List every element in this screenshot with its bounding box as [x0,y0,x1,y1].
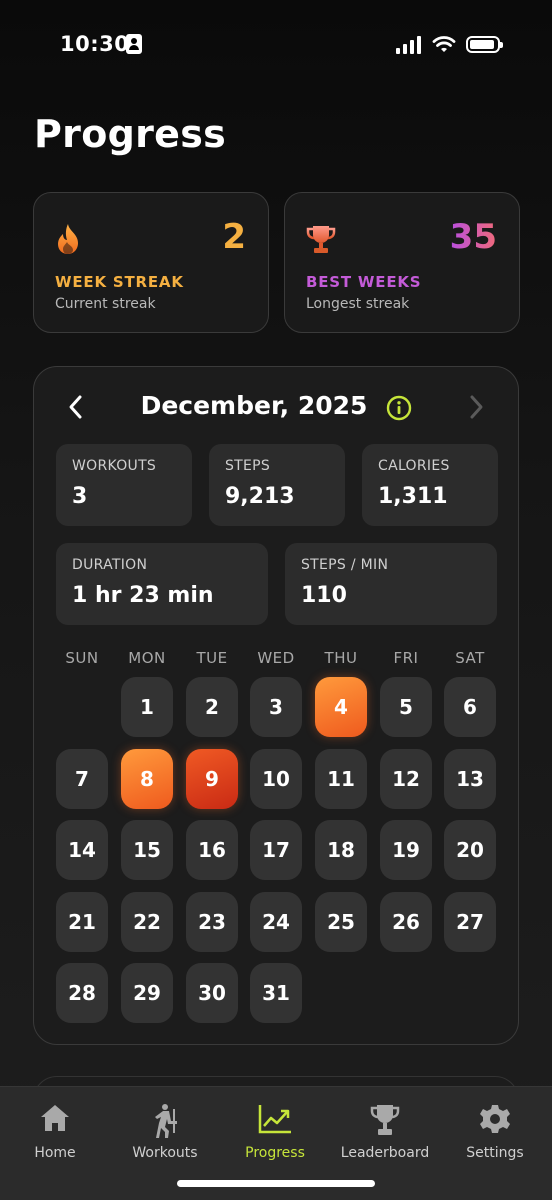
wifi-icon [432,36,456,52]
calendar-day-5[interactable]: 5 [380,677,432,737]
chart-trend-icon [258,1105,291,1134]
calendar-day-6[interactable]: 6 [444,677,496,737]
best-weeks-label: BEST WEEKS [306,273,422,291]
status-bar: 10:30 [0,0,552,90]
calendar-card: December, 2025 WORKOUTS 3 STEPS 9,213 CA… [33,366,519,1045]
gear-icon [480,1105,510,1133]
week-streak-value: 2 [222,217,246,257]
calendar-day-14[interactable]: 14 [56,820,108,880]
tab-progress[interactable]: Progress [220,1097,330,1167]
status-time: 10:30 [60,32,130,56]
tab-label: Progress [245,1145,305,1161]
calendar-day-30[interactable]: 30 [186,963,238,1023]
weekday-label: TUE [196,649,228,667]
tab-home[interactable]: Home [0,1097,110,1167]
tab-settings[interactable]: Settings [440,1097,550,1167]
metric-value: 1 hr 23 min [72,583,214,608]
calendar-day-1[interactable]: 1 [121,677,173,737]
weekday-label: WED [257,649,295,667]
calendar-day-23[interactable]: 23 [186,891,238,952]
calendar-day-11[interactable]: 11 [315,748,367,809]
metric-label: STEPS [225,458,271,474]
metric-label: DURATION [72,557,148,573]
metric-value: 9,213 [225,484,295,509]
calendar-day-10[interactable]: 10 [250,748,302,809]
metric-label: WORKOUTS [72,458,157,474]
metric-value: 110 [301,583,347,608]
calendar-day-3[interactable]: 3 [250,677,302,737]
tab-label: Home [34,1145,76,1161]
calendar-day-27[interactable]: 27 [444,891,496,952]
calendar-day-21[interactable]: 21 [56,891,108,952]
home-icon [41,1105,69,1131]
metric-label: STEPS / MIN [301,557,389,573]
best-weeks-card: 35 BEST WEEKS Longest streak [284,192,520,333]
weekday-label: SUN [65,649,99,667]
weekday-label: SAT [455,649,485,667]
metric-duration: DURATION 1 hr 23 min [56,543,268,625]
calendar-day-4[interactable]: 4 [315,677,367,737]
metric-steps-per-min: STEPS / MIN 110 [285,543,497,625]
metric-label: CALORIES [378,458,450,474]
calendar-day-17[interactable]: 17 [250,820,302,880]
metric-calories: CALORIES 1,311 [362,444,498,526]
page-title: Progress [34,112,227,156]
metric-workouts: WORKOUTS 3 [56,444,192,526]
week-streak-card: 2 WEEK STREAK Current streak [33,192,269,333]
tab-label: Workouts [132,1145,198,1161]
metric-value: 3 [72,484,88,509]
cellular-signal-icon [396,36,422,54]
weekday-label: FRI [393,649,419,667]
battery-icon [466,36,503,53]
trophy-icon [306,226,336,253]
calendar-day-20[interactable]: 20 [444,820,496,880]
info-icon[interactable] [386,395,412,421]
calendar-day-25[interactable]: 25 [315,891,367,952]
workout-figure-icon [155,1104,177,1138]
tab-workouts[interactable]: Workouts [110,1097,220,1167]
week-streak-sub: Current streak [55,296,156,312]
flame-icon [58,224,78,254]
best-weeks-value: 35 [449,217,497,257]
calendar-day-7[interactable]: 7 [56,748,108,809]
calendar-day-22[interactable]: 22 [121,891,173,952]
calendar-day-9[interactable]: 9 [186,748,238,809]
week-streak-label: WEEK STREAK [55,273,184,291]
metric-steps: STEPS 9,213 [209,444,345,526]
best-weeks-sub: Longest streak [306,296,410,312]
tab-leaderboard[interactable]: Leaderboard [330,1097,440,1167]
weekday-label: MON [128,649,166,667]
trophy-icon [370,1105,400,1135]
tab-label: Settings [466,1145,524,1161]
calendar-day-28[interactable]: 28 [56,963,108,1023]
calendar-day-16[interactable]: 16 [186,820,238,880]
calendar-day-24[interactable]: 24 [250,891,302,952]
month-title: December, 2025 [140,391,368,420]
calendar-day-2[interactable]: 2 [186,677,238,737]
calendar-day-12[interactable]: 12 [380,748,432,809]
calendar-day-13[interactable]: 13 [444,748,496,809]
contact-card-icon [126,34,142,54]
calendar-day-31[interactable]: 31 [250,963,302,1023]
metric-value: 1,311 [378,484,448,509]
calendar-day-26[interactable]: 26 [380,891,432,952]
calendar-day-19[interactable]: 19 [380,820,432,880]
home-indicator [177,1180,375,1187]
weekday-label: THU [324,649,358,667]
chevron-right-icon[interactable] [464,393,488,421]
tab-label: Leaderboard [340,1145,430,1161]
calendar-day-18[interactable]: 18 [315,820,367,880]
calendar-day-29[interactable]: 29 [121,963,173,1023]
calendar-day-15[interactable]: 15 [121,820,173,880]
calendar-day-8[interactable]: 8 [121,748,173,809]
